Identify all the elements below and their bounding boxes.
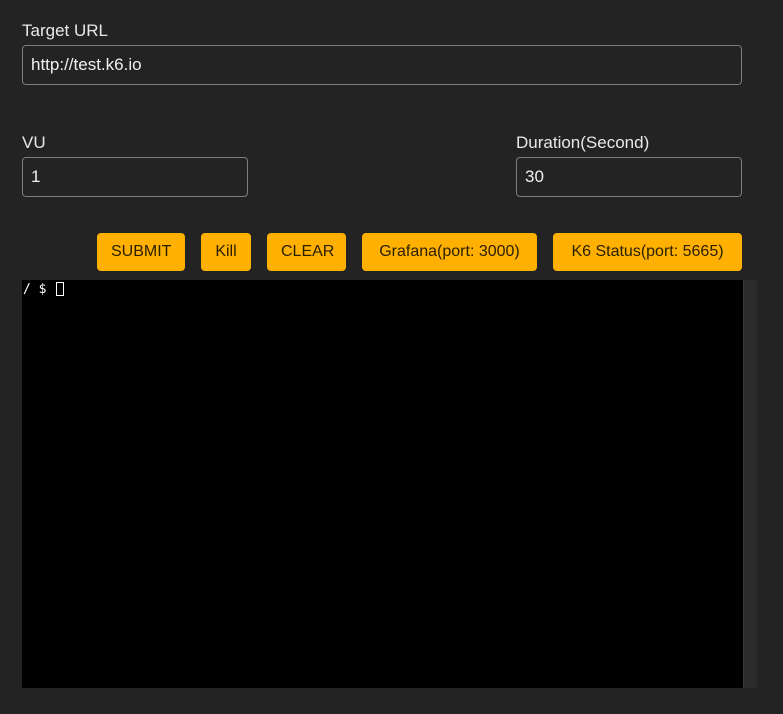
terminal-cursor	[56, 282, 65, 296]
vu-label: VU	[22, 133, 46, 152]
target-url-label: Target URL	[22, 21, 108, 40]
clear-button[interactable]: CLEAR	[267, 233, 346, 271]
terminal-prompt-line: / $	[23, 281, 743, 298]
kill-button[interactable]: Kill	[201, 233, 251, 271]
terminal-output[interactable]: / $	[22, 280, 743, 688]
duration-label: Duration(Second)	[516, 133, 650, 152]
vu-input[interactable]	[22, 157, 248, 197]
terminal-prompt: / $	[23, 282, 55, 297]
target-url-input[interactable]	[22, 45, 742, 85]
k6-runner-page: Target URL VU Duration(Second) SUBMIT Ki…	[0, 0, 783, 714]
duration-input[interactable]	[516, 157, 742, 197]
submit-button[interactable]: SUBMIT	[97, 233, 185, 271]
terminal-scrollbar[interactable]	[743, 280, 757, 688]
k6-status-button[interactable]: K6 Status(port: 5665)	[553, 233, 742, 271]
grafana-button[interactable]: Grafana(port: 3000)	[362, 233, 537, 271]
